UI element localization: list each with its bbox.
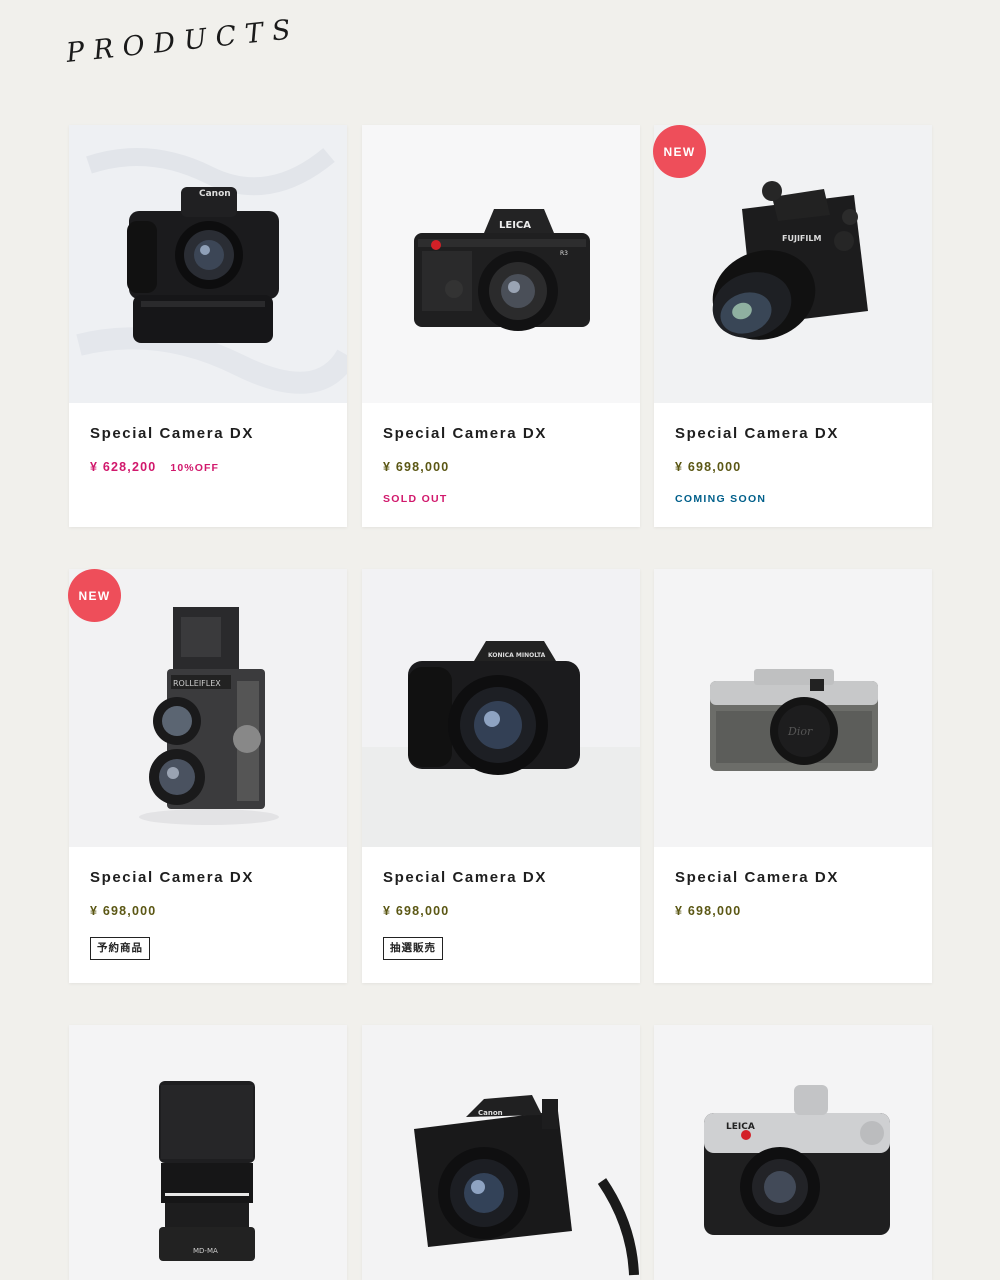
reservation-tag: 予約商品 xyxy=(90,937,150,960)
product-price: ¥ 698,000 xyxy=(383,904,450,918)
new-badge: NEW xyxy=(653,125,706,178)
product-card[interactable]: NEW ROLLEIFLEX Special Camera DX ¥ 698,0… xyxy=(68,569,347,983)
product-image[interactable]: Dior xyxy=(654,569,932,847)
product-name[interactable]: Special Camera DX xyxy=(383,425,620,443)
svg-text:LEICA: LEICA xyxy=(726,1122,755,1132)
product-image[interactable]: Canon xyxy=(69,125,347,403)
product-name[interactable]: Special Camera DX xyxy=(675,869,912,887)
product-card[interactable]: LEICA R3 Special Camera DX ¥ 698,000 SOL… xyxy=(362,125,640,527)
product-price: ¥ 698,000 xyxy=(383,460,450,474)
svg-text:R3: R3 xyxy=(560,250,568,257)
svg-text:Canon: Canon xyxy=(199,189,231,199)
svg-text:FUJIFILM: FUJIFILM xyxy=(782,234,821,243)
product-grid: Canon Special Camera DX ¥ 628,200 10%OFF xyxy=(0,0,1000,1280)
product-image[interactable]: LEICA R3 xyxy=(362,125,640,403)
svg-text:KONICA MINOLTA: KONICA MINOLTA xyxy=(488,652,546,659)
product-name[interactable]: Special Camera DX xyxy=(90,869,327,887)
product-card[interactable]: MD-MA xyxy=(69,1025,347,1280)
product-name[interactable]: Special Camera DX xyxy=(90,425,327,443)
product-card[interactable]: Canon Special Camera DX ¥ 628,200 10%OFF xyxy=(69,125,347,527)
new-badge: NEW xyxy=(68,569,121,622)
svg-text:Canon: Canon xyxy=(478,1109,503,1117)
product-card[interactable]: LEICA xyxy=(654,1025,932,1280)
product-price: ¥ 698,000 xyxy=(675,460,742,474)
product-image[interactable]: KONICA MINOLTA xyxy=(362,569,640,847)
svg-text:MD-MA: MD-MA xyxy=(193,1247,218,1255)
sold-out-status: SOLD OUT xyxy=(383,493,448,505)
product-card[interactable]: NEW FUJIFILM Special Camera DX ¥ 698,000 xyxy=(653,125,932,527)
lottery-sale-tag: 抽選販売 xyxy=(383,937,443,960)
product-name[interactable]: Special Camera DX xyxy=(675,425,912,443)
product-card[interactable]: Dior Special Camera DX ¥ 698,000 xyxy=(654,569,932,983)
product-image[interactable]: Canon xyxy=(362,1025,640,1280)
svg-text:LEICA: LEICA xyxy=(499,220,531,231)
product-price: ¥ 698,000 xyxy=(90,904,157,918)
discount-label: 10%OFF xyxy=(170,462,220,474)
product-card[interactable]: KONICA MINOLTA Special Camera DX ¥ 698,0… xyxy=(362,569,640,983)
product-image[interactable]: MD-MA xyxy=(69,1025,347,1280)
coming-soon-status: COMING SOON xyxy=(675,493,767,505)
svg-text:Dior: Dior xyxy=(787,725,813,738)
product-name[interactable]: Special Camera DX xyxy=(383,869,620,887)
product-card[interactable]: Canon xyxy=(362,1025,640,1280)
product-price: ¥ 698,000 xyxy=(675,904,742,918)
svg-text:ROLLEIFLEX: ROLLEIFLEX xyxy=(173,679,221,688)
product-price: ¥ 628,200 xyxy=(90,460,157,474)
product-image[interactable]: LEICA xyxy=(654,1025,932,1280)
